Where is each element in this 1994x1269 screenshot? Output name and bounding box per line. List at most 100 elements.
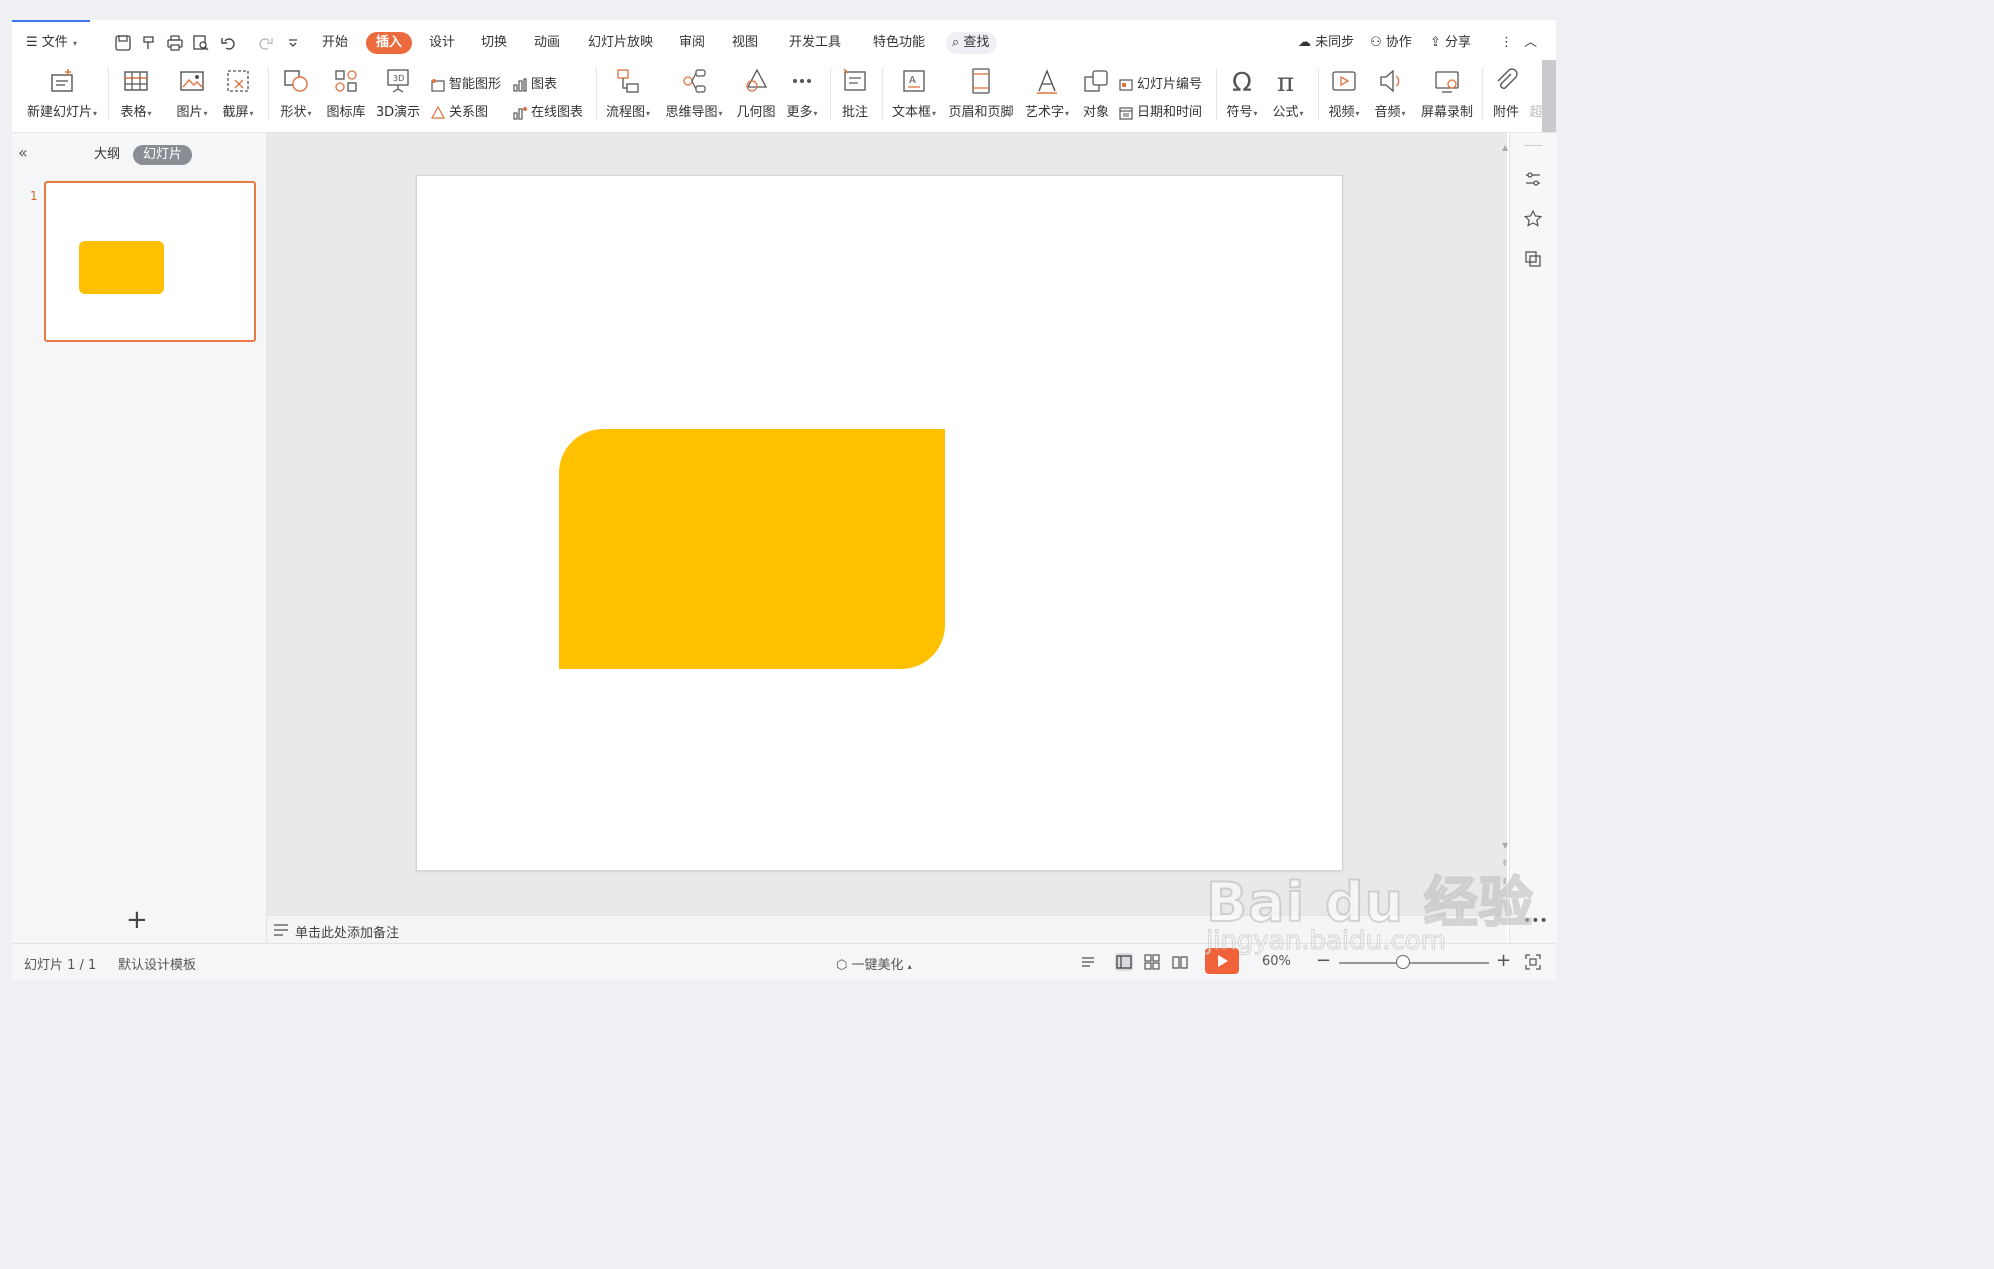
datetime-label: 日期和时间	[1137, 105, 1203, 120]
scroll-up-icon[interactable]: ▲	[1502, 143, 1508, 152]
tab-review[interactable]: 审阅	[679, 32, 705, 54]
save-icon[interactable]	[114, 34, 132, 52]
chevron-down-icon: ▾	[1401, 109, 1406, 118]
flowchart-label: 流程图	[605, 105, 645, 120]
relation-chart-button[interactable]: 关系图	[430, 102, 488, 124]
paperclip-icon	[1491, 66, 1521, 96]
file-menu[interactable]: ☰ 文件 ▾	[26, 32, 77, 54]
add-slide-icon[interactable]: +	[126, 905, 148, 935]
notes-toggle-icon[interactable]	[1080, 953, 1098, 971]
cube-icon: ⬡	[836, 958, 848, 973]
zoom-out-icon[interactable]: −	[1316, 950, 1331, 971]
datetime-button[interactable]: 日期和时间	[1118, 102, 1202, 124]
symbol-button[interactable]: Ω 符号▾	[1220, 64, 1264, 126]
slide[interactable]	[416, 175, 1343, 871]
slide-sorter-icon[interactable]	[1143, 953, 1161, 971]
tab-view[interactable]: 视图	[732, 32, 758, 54]
tab-outline[interactable]: 大纲	[94, 145, 120, 165]
adjust-settings-icon[interactable]	[1523, 169, 1543, 189]
chart-label: 图表	[531, 77, 558, 92]
picture-button[interactable]: 图片▾	[170, 64, 214, 126]
attachment-button[interactable]: 附件	[1486, 64, 1526, 126]
shape-button[interactable]: 形状▾	[274, 64, 318, 126]
normal-view-icon[interactable]	[1115, 953, 1133, 971]
title-accent-line	[12, 20, 90, 22]
collaborate-label: 协作	[1385, 35, 1412, 50]
share-button[interactable]: ⇪ 分享	[1430, 32, 1471, 54]
smart-art-button[interactable]: 智能图形	[430, 74, 501, 96]
rounded-rectangle-shape[interactable]	[559, 429, 945, 669]
object-button[interactable]: 对象	[1078, 64, 1114, 126]
divider	[1482, 68, 1483, 120]
slide-thumbnail[interactable]	[44, 181, 256, 342]
star-icon[interactable]	[1523, 209, 1543, 229]
geometry-button[interactable]: 几何图	[734, 64, 778, 126]
print-icon[interactable]	[166, 34, 184, 52]
online-chart-button[interactable]: 在线图表	[512, 102, 583, 124]
slide-canvas: ▲ ▼ ⇞ ⇟	[267, 133, 1509, 915]
format-painter-icon[interactable]	[140, 34, 158, 52]
flowchart-button[interactable]: 流程图▾	[602, 64, 654, 126]
zoom-level[interactable]: 60%	[1262, 954, 1291, 969]
zoom-slider-knob[interactable]	[1396, 955, 1410, 969]
zoom-slider-track[interactable]	[1339, 962, 1489, 964]
header-footer-button[interactable]: 页眉和页脚	[946, 64, 1016, 126]
textbox-icon: A	[899, 66, 929, 96]
icon-library-icon	[331, 66, 361, 96]
reading-view-icon[interactable]	[1171, 953, 1189, 971]
collapse-ribbon-icon[interactable]: ︿	[1524, 32, 1537, 54]
audio-button[interactable]: 音频▾	[1368, 64, 1412, 126]
notes-pane[interactable]: 单击此处添加备注	[267, 915, 1507, 944]
zoom-in-icon[interactable]: +	[1496, 950, 1511, 971]
more-dots-icon[interactable]: •••	[1523, 913, 1548, 933]
more-options-icon[interactable]: ⋮	[1500, 32, 1513, 54]
icon-library-button[interactable]: 图标库	[324, 64, 368, 126]
tab-animation[interactable]: 动画	[534, 32, 560, 54]
tab-start[interactable]: 开始	[322, 32, 348, 54]
sync-status[interactable]: ☁ 未同步	[1298, 32, 1354, 54]
collapse-panel-icon[interactable]: «	[18, 143, 28, 162]
table-button[interactable]: 表格▾	[114, 64, 158, 126]
prev-slide-icon[interactable]: ⇞	[1501, 859, 1509, 869]
play-slideshow-button[interactable]	[1205, 948, 1239, 974]
search-box[interactable]: ⌕ 查找	[946, 32, 998, 54]
crop-icon[interactable]	[1523, 249, 1543, 269]
3d-demo-button[interactable]: 3D 3D演示	[374, 64, 422, 126]
thumb-shape-preview	[79, 241, 164, 294]
tab-slides[interactable]: 幻灯片	[133, 145, 193, 165]
3d-demo-label: 3D演示	[375, 105, 421, 120]
scroll-down-icon[interactable]: ▼	[1502, 841, 1508, 850]
print-preview-icon[interactable]	[192, 34, 210, 52]
beautify-button[interactable]: ⬡ 一键美化 ▴	[836, 954, 912, 973]
mindmap-button[interactable]: 思维导图▾	[662, 64, 726, 126]
object-icon	[1081, 66, 1111, 96]
screen-record-button[interactable]: 屏幕录制	[1416, 64, 1478, 126]
wordart-button[interactable]: 艺术字▾	[1022, 64, 1072, 126]
more-button[interactable]: 更多▾	[782, 64, 822, 126]
tab-slideshow[interactable]: 幻灯片放映	[588, 32, 653, 54]
redo-icon[interactable]	[256, 34, 274, 52]
textbox-button[interactable]: A 文本框▾	[888, 64, 940, 126]
ribbon-scroll-right[interactable]	[1542, 60, 1556, 132]
divider	[830, 68, 831, 120]
chart-button[interactable]: 图表	[512, 74, 557, 96]
screenshot-button[interactable]: 截屏▾	[216, 64, 260, 126]
tab-developer[interactable]: 开发工具	[789, 32, 841, 54]
vertical-scrollbar[interactable]: ▲ ▼ ⇞ ⇟	[1500, 133, 1509, 915]
svg-text:3D: 3D	[393, 74, 404, 83]
comment-button[interactable]: 批注	[836, 64, 874, 126]
fit-window-icon[interactable]	[1524, 953, 1542, 971]
next-slide-icon[interactable]: ⇟	[1501, 877, 1509, 887]
collaborate-button[interactable]: ⚇ 协作	[1370, 32, 1412, 54]
new-slide-button[interactable]: 新建幻灯片▾	[22, 64, 102, 126]
tab-design[interactable]: 设计	[429, 32, 455, 54]
tab-special-features[interactable]: 特色功能	[873, 32, 925, 54]
design-template[interactable]: 默认设计模板	[118, 954, 196, 973]
customize-toolbar-icon[interactable]	[284, 34, 302, 52]
tab-transition[interactable]: 切换	[481, 32, 507, 54]
formula-button[interactable]: π 公式▾	[1266, 64, 1310, 126]
slide-number-button[interactable]: 幻灯片编号	[1118, 74, 1202, 96]
video-button[interactable]: 视频▾	[1322, 64, 1366, 126]
tab-insert[interactable]: 插入	[366, 32, 413, 54]
undo-icon[interactable]	[220, 34, 238, 52]
